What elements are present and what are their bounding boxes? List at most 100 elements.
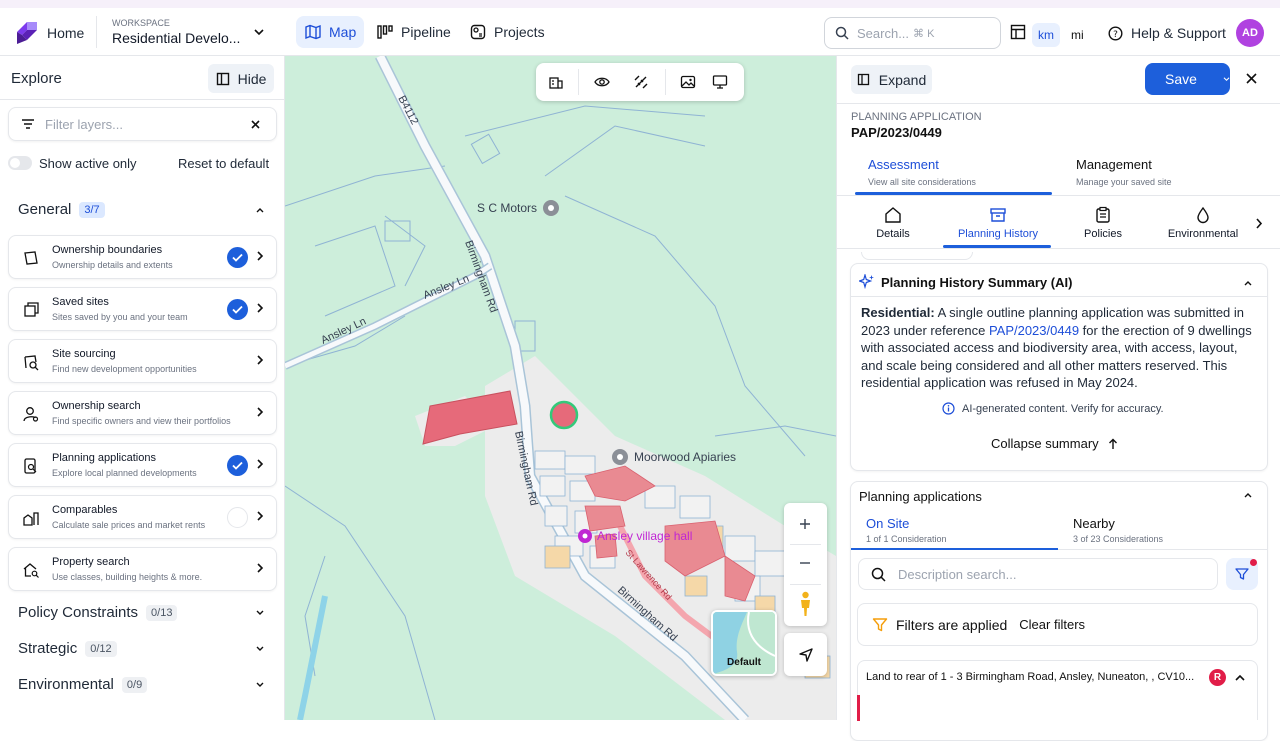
layer-checkbox[interactable] [227,247,248,268]
measure-tool-icon[interactable] [633,74,649,90]
tab-policies[interactable]: Policies [1053,206,1153,240]
section-strategic[interactable]: Strategic 0/12 [18,640,117,657]
reset-default-link[interactable]: Reset to default [178,156,269,171]
chevron-right-icon[interactable] [1255,217,1263,230]
layer-checkbox[interactable] [227,299,248,320]
layer-title: Property search [52,556,130,568]
chevron-right-icon[interactable] [256,302,264,314]
collapse-summary-button[interactable]: Collapse summary [991,436,1118,451]
application-link[interactable]: PAP/2023/0449 [989,323,1079,338]
chevron-up-icon[interactable] [1234,673,1246,682]
unit-km-toggle[interactable]: km [1032,23,1060,47]
filter-placeholder: Filter layers... [45,116,124,132]
chevron-right-icon[interactable] [256,354,264,366]
section-environmental[interactable]: Environmental 0/9 [18,676,148,693]
layer-site-sourcing[interactable]: Site sourcing Find new development oppor… [8,339,277,383]
expand-button[interactable]: Expand [851,65,932,94]
workspace-switcher[interactable]: WORKSPACE Residential Develo... [112,18,240,46]
close-icon[interactable] [251,120,260,129]
panel-expand-icon [857,73,869,86]
global-search-input[interactable]: Search... ⌘ K [824,17,1001,49]
tab-on-site[interactable]: On Site [866,516,909,531]
chevron-down-icon[interactable] [255,645,265,653]
nav-pipeline-label: Pipeline [401,24,451,40]
header-divider [96,16,97,48]
application-row[interactable]: Land to rear of 1 - 3 Birmingham Road, A… [857,660,1258,721]
chevron-right-icon[interactable] [256,562,264,574]
poi-marker-icon[interactable] [543,200,559,216]
chevron-right-icon[interactable] [256,458,264,470]
layer-ownership-search[interactable]: Ownership search Find specific owners an… [8,391,277,435]
filter-button[interactable] [1226,558,1258,590]
monitor-icon[interactable] [712,74,728,90]
chevron-up-icon[interactable] [255,206,265,214]
tab-label: Environmental [1167,228,1239,240]
layer-checkbox[interactable] [227,455,248,476]
section-general[interactable]: General 3/7 [18,201,105,218]
poi-label: S C Motors [477,201,537,215]
eye-icon[interactable] [594,74,610,90]
save-button[interactable]: Save [1145,63,1230,95]
summary-lead: Residential: [861,305,935,320]
tab-environmental[interactable]: Environmental [1153,206,1253,240]
zoom-out-icon[interactable] [799,557,811,569]
layer-comparables[interactable]: Comparables Calculate sale prices and ma… [8,495,277,539]
section-title: Strategic [18,640,78,657]
description-search-input[interactable]: Description search... [858,558,1218,590]
home-link[interactable]: Home [14,20,84,46]
nav-projects[interactable]: Projects [461,16,553,48]
layer-checkbox[interactable] [227,507,248,528]
comparables-icon [23,512,39,526]
poi-marker-icon[interactable] [612,449,628,465]
chevron-right-icon[interactable] [256,406,264,418]
tab-management[interactable]: Management [1076,157,1152,172]
selected-site-marker[interactable] [549,400,579,430]
explore-panel: Explore Hide Filter layers... Show activ… [0,56,285,720]
chevron-right-icon[interactable] [256,510,264,522]
help-support-link[interactable]: ? Help & Support [1108,25,1226,41]
saved-sites-icon [24,302,39,317]
map-toolbar [536,63,744,101]
user-avatar[interactable]: AD [1236,19,1264,47]
scrolled-card-edge [861,252,973,260]
layer-planning-applications[interactable]: Planning applications Explore local plan… [8,443,277,487]
clear-filters-link[interactable]: Clear filters [1019,617,1085,632]
planning-doc-icon [24,458,37,474]
chevron-up-icon[interactable] [1243,279,1253,287]
nav-pipeline[interactable]: Pipeline [368,16,459,48]
section-policy-constraints[interactable]: Policy Constraints 0/13 [18,604,178,621]
chevron-down-icon[interactable] [255,681,265,689]
chevron-right-icon[interactable] [256,250,264,262]
unit-mi-toggle[interactable]: mi [1065,23,1090,47]
filter-layers-input[interactable]: Filter layers... [8,107,277,141]
show-active-toggle[interactable] [8,156,32,170]
building-icon[interactable] [548,74,564,90]
summary-header[interactable]: Planning History Summary (AI) [859,274,1072,290]
chevron-up-icon[interactable] [1243,491,1253,499]
grid-layout-icon[interactable] [1010,24,1026,40]
chevron-down-icon[interactable] [1223,75,1230,83]
poi-marker-icon[interactable] [578,529,592,543]
divider [851,296,1267,297]
chevron-down-icon[interactable] [253,27,265,37]
road-label-b4112: B4112 [395,94,420,127]
basemap-switcher[interactable]: Default [711,610,777,676]
layer-property-search[interactable]: Property search Use classes, building he… [8,547,277,591]
zoom-in-icon[interactable] [799,518,811,530]
layer-saved-sites[interactable]: Saved sites Sites saved by you and your … [8,287,277,331]
tab-nearby[interactable]: Nearby [1073,516,1115,531]
image-icon[interactable] [680,74,696,90]
hide-panel-button[interactable]: Hide [208,64,274,93]
close-icon[interactable] [1246,73,1257,84]
chevron-down-icon[interactable] [255,609,265,617]
basemap-label: Default [727,657,761,668]
tab-details[interactable]: Details [843,206,943,240]
street-view-pegman-icon[interactable] [797,591,814,617]
sidebar-icon [216,72,229,85]
tab-planning-history[interactable]: Planning History [948,206,1048,240]
site-sourcing-icon [24,355,39,371]
nav-map[interactable]: Map [296,16,365,48]
layer-ownership-boundaries[interactable]: Ownership boundaries Ownership details a… [8,235,277,279]
tab-assessment[interactable]: Assessment [868,157,939,172]
locate-me-button[interactable] [784,633,827,676]
